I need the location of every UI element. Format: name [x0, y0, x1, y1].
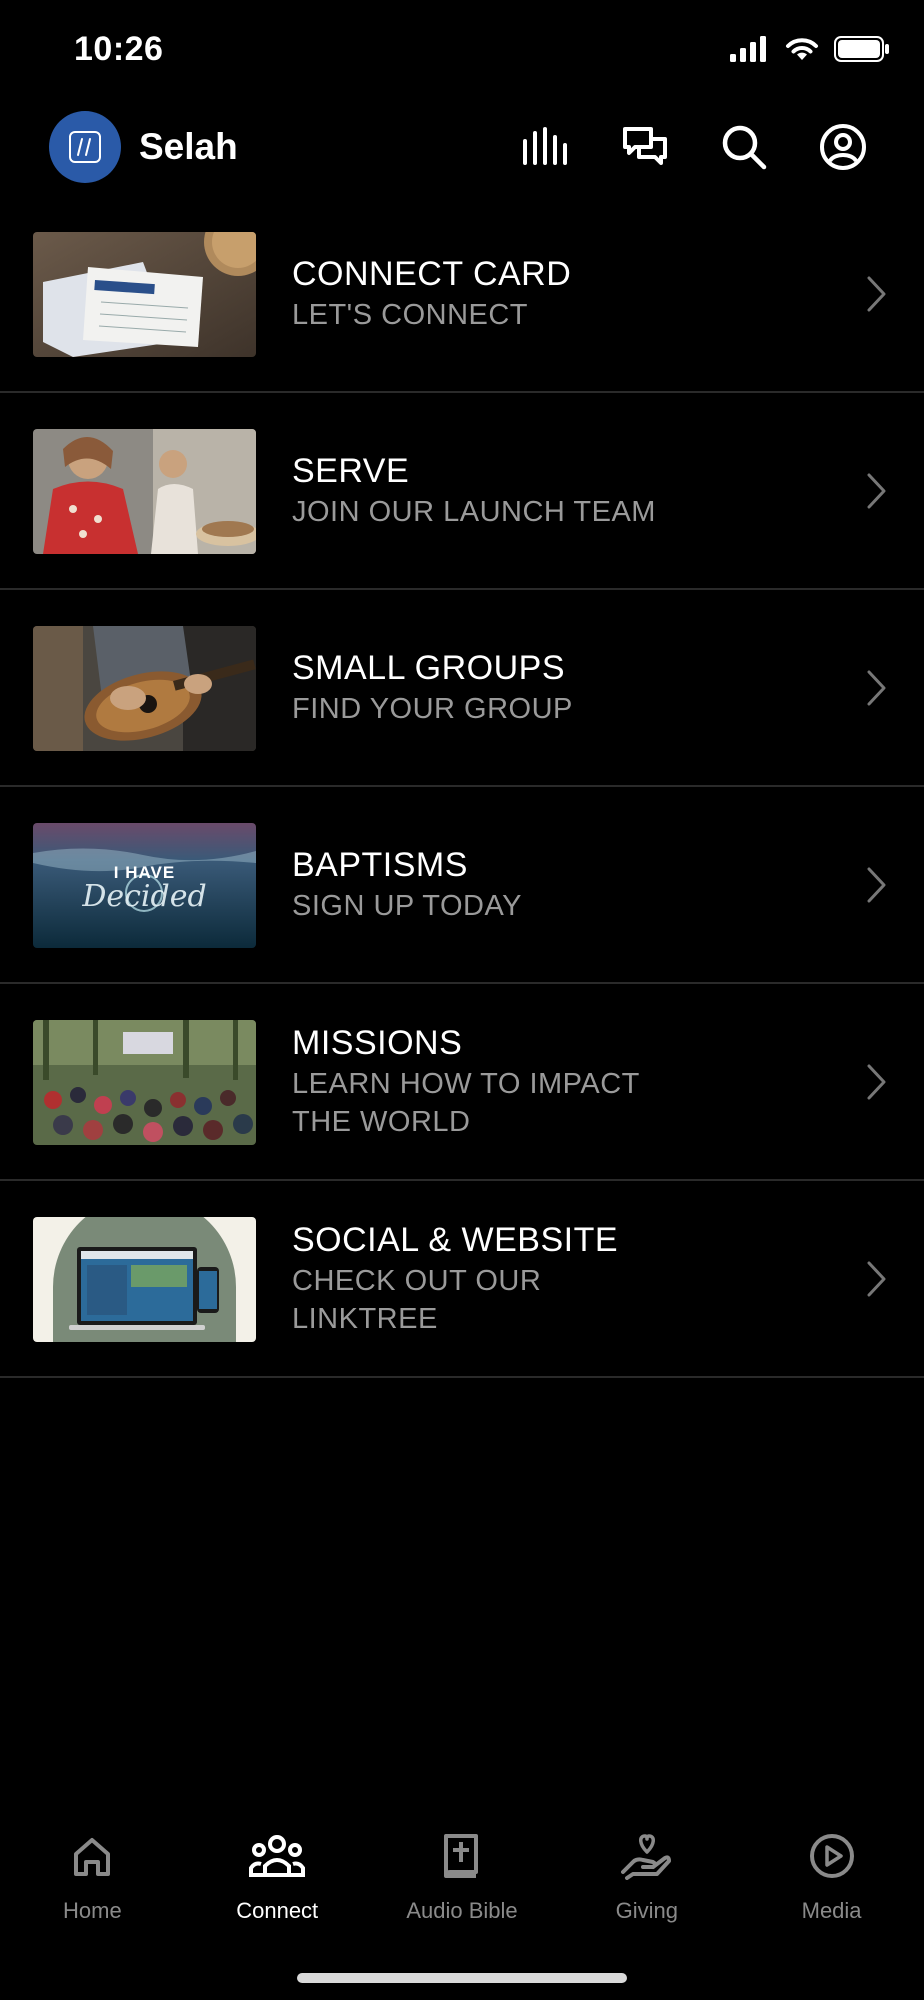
profile-button[interactable] [818, 122, 868, 172]
small-groups-thumbnail [33, 626, 256, 751]
connect-card-text: CONNECT CARD LET'S CONNECT [292, 196, 571, 391]
baptisms-thumb-text-2: Decided [82, 879, 207, 914]
item-title: CONNECT CARD [292, 254, 572, 293]
list-item-social-website[interactable]: SOCIAL & WEBSITE CHECK OUT OUR LINKTREE [0, 1181, 924, 1378]
chat-icon [623, 127, 667, 165]
chevron-right-icon [867, 1261, 886, 1296]
list-item-baptisms[interactable]: I HAVE Decided BAPTISMS SIGN UP TODAY [0, 787, 924, 984]
tab-label: Connect [236, 1898, 319, 1923]
item-subtitle: CHECK OUT OUR LINKTREE [292, 1264, 542, 1335]
chevron-right-icon [867, 1064, 886, 1099]
item-subtitle: LET'S CONNECT [292, 298, 529, 331]
audio-bars-icon [523, 127, 567, 165]
home-icon [64, 1828, 120, 1884]
social-website-text: SOCIAL & WEBSITE CHECK OUT OUR LINKTREE [292, 1181, 672, 1376]
tab-label: Home [63, 1898, 122, 1923]
tab-label: Audio Bible [406, 1898, 518, 1923]
baptisms-thumbnail: I HAVE Decided [33, 823, 256, 948]
status-icons [730, 36, 890, 62]
search-button[interactable] [719, 122, 769, 172]
home-indicator[interactable] [297, 1973, 627, 1983]
list-item-small-groups[interactable]: SMALL GROUPS FIND YOUR GROUP [0, 590, 924, 787]
app-title: Selah [139, 126, 238, 167]
item-title: SOCIAL & WEBSITE [292, 1220, 619, 1259]
tab-giving[interactable]: Giving [554, 1820, 739, 1940]
missions-text: MISSIONS LEARN HOW TO IMPACT THE WORLD [292, 984, 672, 1179]
profile-icon [820, 124, 866, 170]
bible-icon [434, 1828, 490, 1884]
serve-text: SERVE JOIN OUR LAUNCH TEAM [292, 393, 656, 588]
list-item-missions[interactable]: MISSIONS LEARN HOW TO IMPACT THE WORLD [0, 984, 924, 1181]
play-circle-icon [804, 1828, 860, 1884]
item-title: BAPTISMS [292, 845, 468, 884]
connect-card-thumbnail [33, 232, 256, 357]
chevron-right-icon [867, 867, 886, 902]
chat-button[interactable] [620, 122, 670, 172]
tab-connect[interactable]: Connect [185, 1820, 370, 1940]
chevron-right-icon [867, 473, 886, 508]
status-time: 10:26 [74, 30, 164, 68]
chevron-right-icon [867, 670, 886, 705]
audio-bars-button[interactable] [521, 122, 571, 172]
baptisms-text: BAPTISMS SIGN UP TODAY [292, 787, 522, 982]
item-subtitle: LEARN HOW TO IMPACT THE WORLD [292, 1067, 640, 1138]
tab-label: Giving [615, 1898, 678, 1923]
search-icon [722, 125, 767, 170]
tab-media[interactable]: Media [739, 1820, 924, 1940]
app-header: Selah [0, 108, 924, 188]
item-title: MISSIONS [292, 1023, 463, 1062]
logo-slash-icon [77, 138, 91, 156]
tab-bar: Home Connect Audio Bible Giving Media [0, 1820, 924, 1940]
status-bar: 10:26 [0, 0, 924, 100]
tab-audio-bible[interactable]: Audio Bible [370, 1820, 555, 1940]
list-item-serve[interactable]: SERVE JOIN OUR LAUNCH TEAM [0, 393, 924, 590]
item-title: SMALL GROUPS [292, 648, 566, 687]
chevron-right-icon [867, 276, 886, 311]
list-item-connect-card[interactable]: CONNECT CARD LET'S CONNECT [0, 196, 924, 393]
header-actions [521, 122, 868, 172]
logo-mark [69, 131, 101, 163]
serve-thumbnail [33, 429, 256, 554]
people-icon [249, 1828, 306, 1884]
giving-hand-icon [619, 1828, 675, 1884]
connect-list: CONNECT CARD LET'S CONNECT SERVE JOIN OU… [0, 196, 924, 1378]
social-website-thumbnail [33, 1217, 256, 1342]
app-logo[interactable] [49, 111, 121, 183]
small-groups-text: SMALL GROUPS FIND YOUR GROUP [292, 590, 573, 785]
tab-label: Media [801, 1898, 862, 1923]
tab-home[interactable]: Home [0, 1820, 185, 1940]
battery-icon [834, 36, 889, 62]
item-subtitle: FIND YOUR GROUP [292, 692, 573, 725]
wifi-icon [786, 38, 818, 60]
missions-thumbnail [33, 1020, 256, 1145]
item-subtitle: SIGN UP TODAY [292, 889, 522, 922]
item-subtitle: JOIN OUR LAUNCH TEAM [292, 495, 656, 528]
item-title: SERVE [292, 451, 410, 490]
signal-icon [730, 36, 766, 62]
